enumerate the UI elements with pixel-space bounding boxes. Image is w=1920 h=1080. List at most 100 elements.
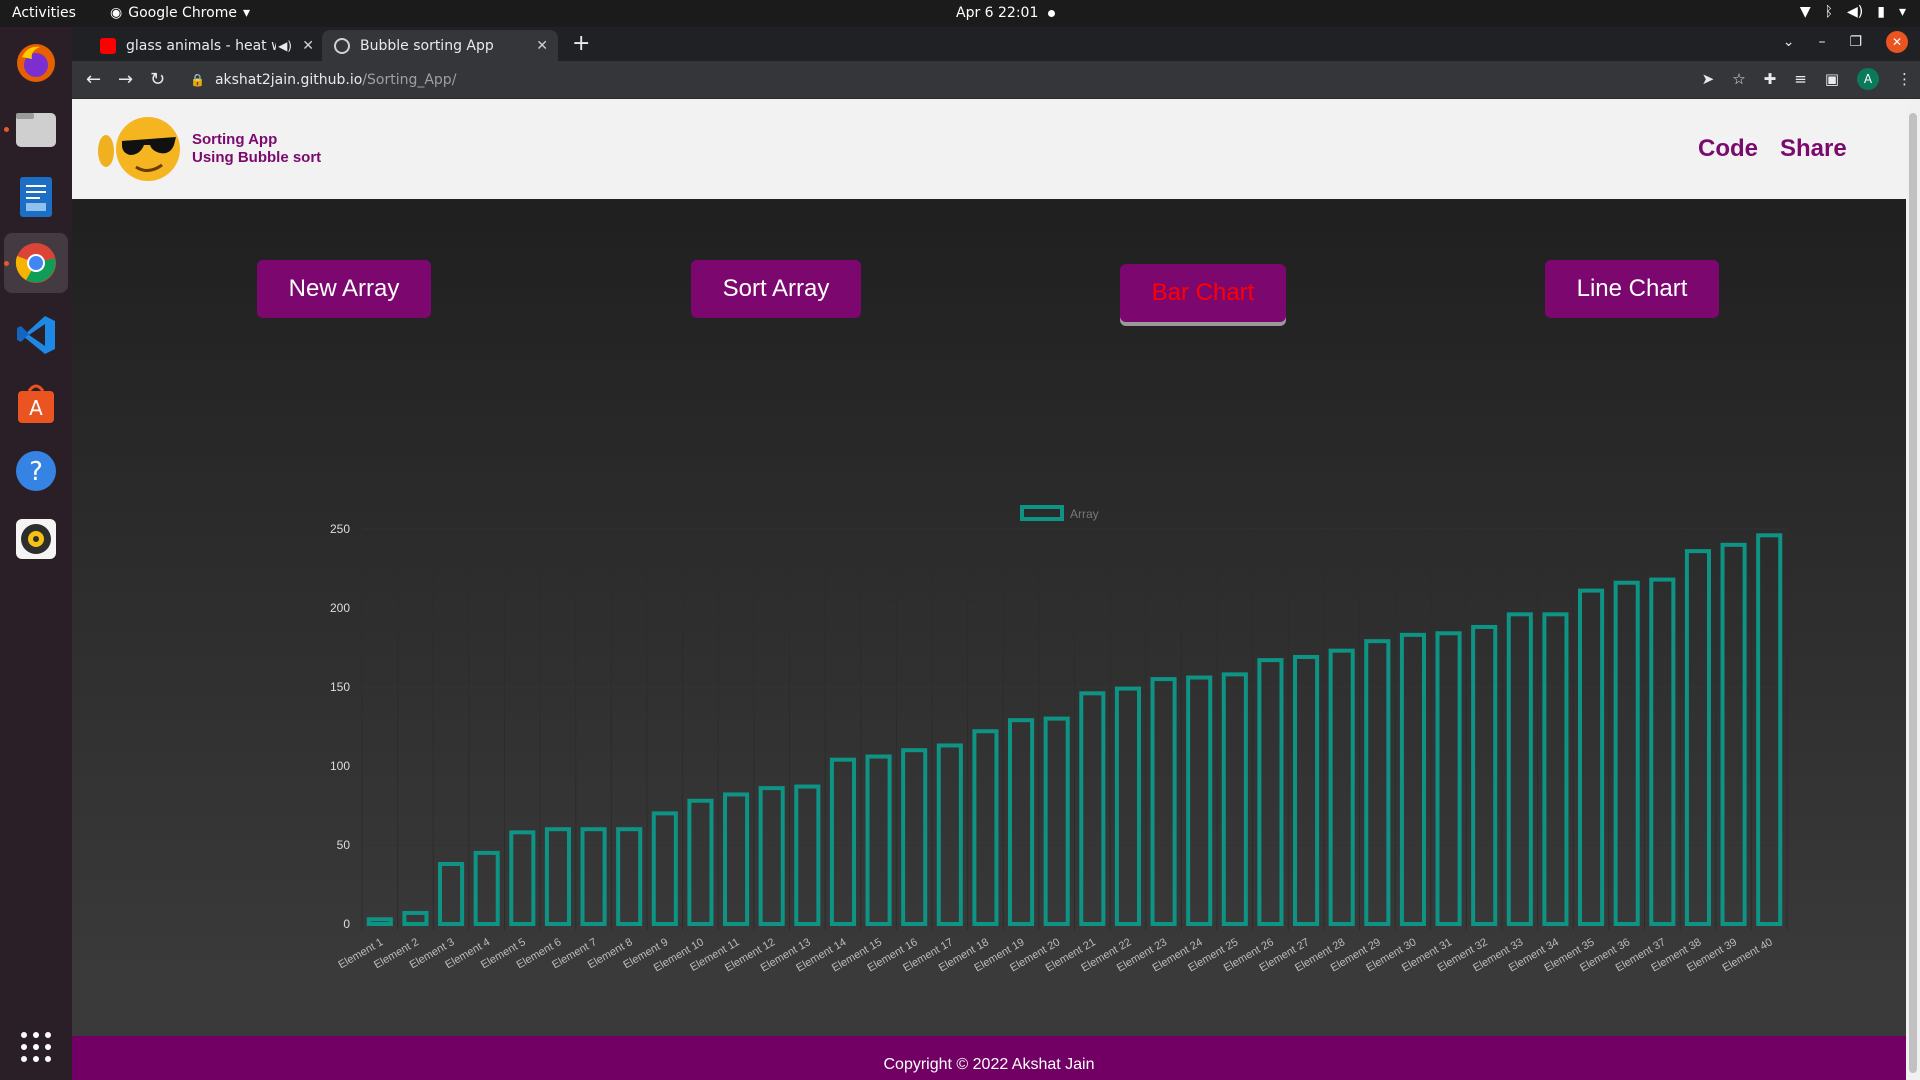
chrome-dock-icon[interactable]	[4, 233, 68, 293]
bar	[687, 798, 714, 927]
toolbar-icons: ➤ ☆ ✚ ≡ ▣ A ⋮	[1702, 68, 1912, 90]
restore-icon[interactable]: ❐	[1849, 34, 1862, 50]
clock[interactable]: Apr 6 22:01	[956, 5, 1056, 21]
close-window-icon[interactable]: ✕	[1886, 31, 1908, 53]
close-tab-icon[interactable]: ✕	[536, 38, 548, 54]
bar	[1578, 588, 1605, 926]
bookmark-star-icon[interactable]: ☆	[1732, 70, 1745, 88]
avatar[interactable]: A	[1857, 68, 1879, 90]
legend-label: Array	[1070, 507, 1099, 521]
scrollbar-thumb[interactable]	[1909, 113, 1917, 1073]
battery-icon: ▮	[1877, 4, 1885, 20]
files-icon[interactable]	[12, 105, 60, 153]
tab-search-icon[interactable]: ⌄	[1783, 34, 1795, 50]
dock: A ?	[0, 27, 72, 1080]
writer-icon[interactable]	[12, 173, 60, 221]
bar	[794, 784, 821, 927]
page-viewport: Sorting App Using Bubble sort Code Share…	[72, 99, 1906, 1080]
bar	[580, 827, 607, 927]
brand-line-1: Sorting App	[192, 131, 278, 148]
bar	[1328, 648, 1355, 926]
line-chart-button[interactable]: Line Chart	[1545, 260, 1719, 318]
bar	[1186, 675, 1213, 926]
side-panel-icon[interactable]: ▣	[1825, 70, 1839, 88]
clock-label: Apr 6 22:01	[956, 5, 1039, 21]
bar	[1043, 716, 1070, 926]
bar	[936, 743, 963, 926]
lock-icon[interactable]: 🔒	[190, 73, 205, 87]
legend-swatch	[1020, 505, 1064, 521]
help-icon[interactable]: ?	[12, 447, 60, 495]
browser-toolbar: ← → ↻ 🔒 akshat2jain.github.io/Sorting_Ap…	[72, 61, 1920, 99]
forward-icon[interactable]: →	[118, 69, 133, 90]
chevron-down-icon: ▾	[1898, 4, 1906, 20]
kebab-menu-icon[interactable]: ⋮	[1897, 70, 1912, 88]
send-icon[interactable]: ➤	[1702, 70, 1715, 88]
code-link[interactable]: Code	[1698, 135, 1758, 163]
new-array-button[interactable]: New Array	[257, 260, 431, 318]
y-tick-label: 50	[337, 838, 351, 852]
bar-chart-button[interactable]: Bar Chart	[1120, 264, 1286, 322]
software-center-icon[interactable]: A	[12, 379, 60, 427]
bar	[1293, 654, 1320, 926]
svg-text:A: A	[29, 396, 43, 420]
bar	[901, 748, 928, 927]
tab-bubble-sort[interactable]: Bubble sorting App ✕	[322, 30, 558, 61]
svg-text:?: ?	[29, 457, 43, 487]
bar	[1506, 612, 1533, 926]
show-apps-icon[interactable]	[12, 1023, 60, 1071]
back-icon[interactable]: ←	[86, 69, 101, 90]
footer: Copyright © 2022 Akshat Jain	[72, 1036, 1906, 1080]
bar	[1079, 691, 1106, 926]
reload-icon[interactable]: ↻	[150, 69, 165, 90]
bar	[1471, 624, 1498, 927]
bar	[972, 729, 999, 926]
new-tab-icon[interactable]: +	[572, 31, 590, 56]
extensions-icon[interactable]: ✚	[1764, 70, 1777, 88]
y-tick-label: 100	[330, 759, 350, 773]
bar	[1613, 580, 1640, 926]
minimize-icon[interactable]: –	[1818, 34, 1825, 50]
activities-button[interactable]: Activities	[12, 5, 76, 21]
bar	[1720, 542, 1747, 927]
app-menu-label: Google Chrome	[128, 5, 237, 21]
bar	[865, 754, 892, 926]
chrome-icon: ◉	[110, 5, 123, 21]
bar	[509, 830, 536, 926]
media-controls-icon[interactable]: ≡	[1794, 70, 1807, 88]
bar	[438, 861, 465, 926]
share-link[interactable]: Share	[1780, 135, 1847, 163]
bar	[1399, 632, 1426, 927]
address-bar[interactable]: 🔒 akshat2jain.github.io/Sorting_App/	[180, 65, 1812, 95]
tab-title: Bubble sorting App	[360, 37, 494, 54]
app-menu[interactable]: ◉ Google Chrome ▾	[110, 5, 250, 21]
bar	[758, 786, 785, 926]
volume-icon: ◀)	[1847, 4, 1864, 20]
bar	[1008, 718, 1035, 926]
running-indicator	[4, 261, 9, 266]
tab-title: glass animals - heat wa	[126, 37, 276, 54]
wifi-icon: ▼	[1799, 4, 1811, 20]
bar	[1756, 533, 1783, 926]
sort-array-button[interactable]: Sort Array	[691, 260, 861, 318]
sunglasses-emoji-logo	[98, 117, 180, 181]
system-tray[interactable]: ▼ ᛒ ◀) ▮ ▾	[1800, 4, 1906, 20]
bar	[651, 811, 678, 926]
bar	[366, 917, 393, 927]
tab-strip: glass animals - heat wa ◀) ✕ Bubble sort…	[72, 27, 1920, 61]
bar	[544, 827, 571, 927]
brand-title[interactable]: Sorting App Using Bubble sort	[192, 131, 321, 167]
y-tick-label: 150	[330, 680, 350, 694]
bar	[1684, 549, 1711, 926]
rhythmbox-icon[interactable]	[12, 515, 60, 563]
vscode-icon[interactable]	[12, 311, 60, 359]
url-host: akshat2jain.github.io	[214, 72, 363, 88]
bar	[1649, 577, 1676, 926]
site-header: Sorting App Using Bubble sort Code Share	[72, 99, 1906, 199]
tab-youtube[interactable]: glass animals - heat wa ◀) ✕	[88, 30, 324, 61]
firefox-icon[interactable]	[12, 39, 60, 87]
page-scrollbar[interactable]	[1906, 99, 1920, 1080]
speaker-icon[interactable]: ◀)	[278, 39, 292, 53]
close-tab-icon[interactable]: ✕	[302, 38, 314, 54]
url-path: /Sorting_App/	[362, 72, 457, 88]
